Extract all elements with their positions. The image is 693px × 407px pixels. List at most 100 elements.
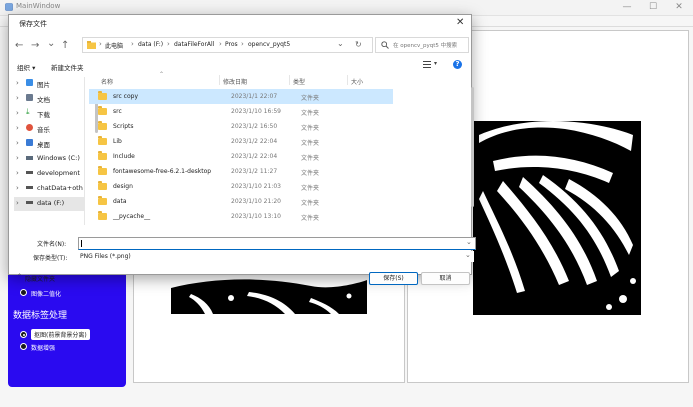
radio-button[interactable]: [20, 343, 27, 350]
column-header-name[interactable]: 名称: [101, 77, 113, 86]
sidebar-item-label: 数据增强: [31, 345, 56, 352]
file-date: 2023/1/10 13:10: [231, 213, 281, 220]
breadcrumb-pros[interactable]: Pros: [225, 41, 238, 48]
search-icon: [381, 41, 389, 49]
organize-menu[interactable]: 组织 ▾: [17, 62, 35, 72]
column-divider[interactable]: [289, 75, 290, 85]
sort-indicator-icon: ⌃: [159, 71, 165, 78]
file-name: Scripts: [113, 123, 134, 130]
maximize-button[interactable]: ☐: [641, 0, 665, 14]
result-image: [473, 121, 641, 315]
folder-icon: [98, 91, 107, 100]
folder-icon: [98, 121, 107, 130]
breadcrumb-this-pc[interactable]: 此电脑: [105, 41, 123, 50]
up-button[interactable]: ↑: [61, 40, 69, 51]
folder-icon: [98, 136, 107, 145]
file-date: 2023/1/2 22:04: [231, 153, 278, 160]
file-name: fontawesome-free-6.2.1-desktop: [113, 168, 212, 175]
chevron-up-icon: ⌃: [17, 273, 23, 280]
folder-icon: [98, 166, 107, 175]
breadcrumb-datafileforall[interactable]: dataFileForAll: [174, 41, 214, 48]
scrollbar-thumb[interactable]: [471, 87, 474, 207]
column-header-modified[interactable]: 修改日期: [223, 77, 247, 86]
table-row[interactable]: Include 2023/1/2 22:04 文件夹: [89, 149, 393, 164]
breadcrumb-separator: ›: [131, 40, 134, 48]
save-button[interactable]: 保存(S): [369, 272, 418, 285]
breadcrumb-separator: ›: [99, 40, 102, 48]
pictures-icon: [26, 79, 33, 86]
breadcrumb-opencv-pyqt5[interactable]: opencv_pyqt5: [248, 41, 290, 48]
refresh-button[interactable]: ↻: [355, 40, 362, 49]
column-divider[interactable]: [347, 75, 348, 85]
list-view-icon: [423, 61, 431, 68]
back-button[interactable]: ←: [15, 40, 23, 51]
window-title: MainWindow: [16, 2, 61, 10]
chevron-down-icon: ▾: [434, 60, 438, 67]
table-row[interactable]: Scripts 2023/1/2 16:50 文件夹: [89, 119, 393, 134]
file-type: 文件夹: [301, 110, 320, 117]
file-type: 文件夹: [301, 95, 320, 102]
file-type: 文件夹: [301, 200, 320, 207]
new-folder-button[interactable]: 新建文件夹: [51, 62, 84, 72]
cancel-button[interactable]: 取消: [421, 272, 470, 285]
search-input[interactable]: 在 opencv_pyqt5 中搜索: [375, 37, 469, 53]
table-row[interactable]: src 2023/1/10 16:59 文件夹: [89, 104, 393, 119]
chevron-right-icon: ›: [16, 79, 19, 87]
column-header-size[interactable]: 大小: [351, 77, 363, 86]
file-date: 2023/1/1 22:07: [231, 93, 278, 100]
column-divider[interactable]: [219, 75, 220, 85]
table-row[interactable]: Lib 2023/1/2 22:04 文件夹: [89, 134, 393, 149]
help-icon[interactable]: ?: [453, 60, 462, 69]
radio-button-checked[interactable]: [20, 331, 27, 338]
save-file-dialog: 保存文件 ✕ ← → ⌄ ↑ › 此电脑 › data (F:) › dataF…: [8, 14, 476, 285]
filetype-value: PNG Files (*.png): [80, 253, 131, 260]
file-name: design: [113, 183, 133, 190]
file-date: 2023/1/10 21:20: [231, 198, 281, 205]
source-image: [171, 274, 367, 314]
file-name: src: [113, 108, 122, 115]
file-name: __pycache__: [113, 213, 151, 220]
file-date: 2023/1/2 22:04: [231, 138, 278, 145]
minimize-button[interactable]: —: [615, 0, 639, 14]
recent-dropdown-button[interactable]: ⌄: [47, 38, 55, 49]
file-name: data: [113, 198, 127, 205]
file-list: src copy 2023/1/1 22:07 文件夹 src 2023/1/1…: [9, 89, 469, 225]
chevron-down-icon[interactable]: ⌄: [466, 238, 472, 246]
file-date: 2023/1/2 16:50: [231, 123, 278, 130]
column-header-type[interactable]: 类型: [293, 77, 305, 86]
table-row[interactable]: __pycache__ 2023/1/10 13:10 文件夹: [89, 209, 393, 224]
filetype-select[interactable]: PNG Files (*.png) ⌄: [78, 251, 474, 262]
filetype-label: 保存类型(T):: [33, 255, 68, 262]
file-type: 文件夹: [301, 155, 320, 162]
chevron-down-icon[interactable]: ⌄: [337, 39, 344, 48]
filename-label: 文件名(N):: [37, 241, 67, 248]
text-cursor: [81, 240, 82, 247]
table-row[interactable]: data 2023/1/10 21:20 文件夹: [89, 194, 393, 209]
section-heading: 数据标签处理: [13, 311, 68, 321]
nav-item-label: 图片: [37, 81, 50, 89]
folder-icon: [87, 41, 96, 49]
radio-button[interactable]: [20, 289, 27, 296]
breadcrumb-drive[interactable]: data (F:): [138, 41, 163, 48]
file-list-scrollbar[interactable]: [470, 87, 475, 227]
file-date: 2023/1/10 16:59: [231, 108, 281, 115]
chevron-down-icon[interactable]: ⌄: [465, 251, 471, 259]
file-type: 文件夹: [301, 215, 320, 222]
table-row[interactable]: fontawesome-free-6.2.1-desktop 2023/1/2 …: [89, 164, 393, 179]
filename-input[interactable]: ⌄: [78, 237, 476, 250]
hide-folders-label: 隐藏文件夹: [25, 276, 56, 283]
view-options-button[interactable]: ▾: [423, 60, 443, 70]
sidebar-item-label: 抠图(前景背景分离): [31, 329, 90, 340]
dialog-close-button[interactable]: ✕: [456, 17, 464, 28]
address-bar[interactable]: › 此电脑 › data (F:) › dataFileForAll › Pro…: [82, 37, 373, 53]
folder-icon: [98, 151, 107, 160]
table-row[interactable]: design 2023/1/10 21:03 文件夹: [89, 179, 393, 194]
file-type: 文件夹: [301, 125, 320, 132]
app-icon: [5, 3, 13, 11]
close-button[interactable]: ✕: [667, 0, 691, 14]
forward-button[interactable]: →: [31, 40, 39, 51]
table-row[interactable]: src copy 2023/1/1 22:07 文件夹: [89, 89, 393, 104]
source-image-panel: [133, 273, 405, 383]
breadcrumb-separator: ›: [167, 40, 170, 48]
file-name: Lib: [113, 138, 122, 145]
